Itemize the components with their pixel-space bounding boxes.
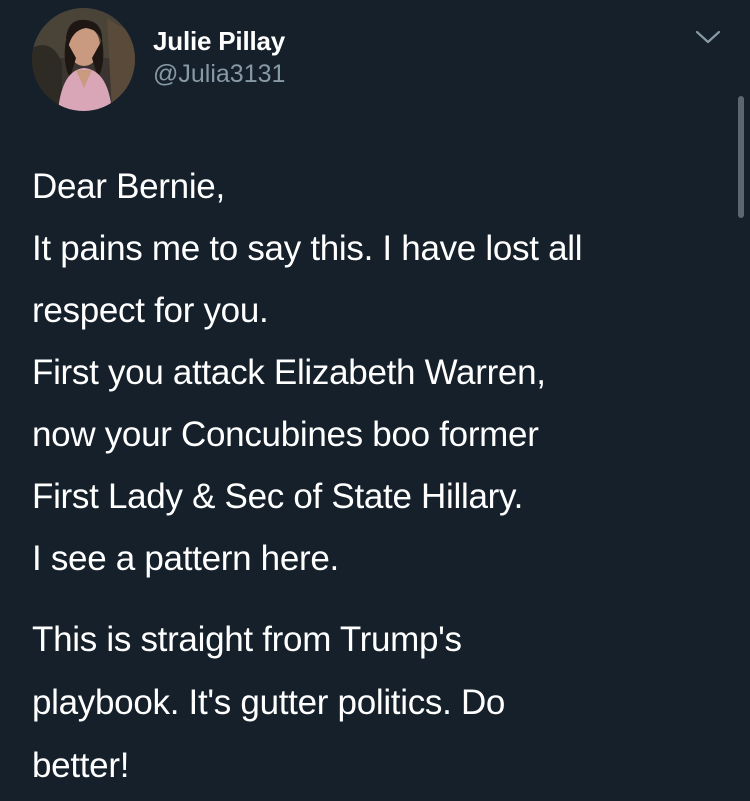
tweet-line: I see a pattern here. — [32, 539, 339, 578]
tweet-text-paragraph-2: This is straight from Trump's playbook. … — [32, 608, 722, 797]
tweet-line: now your Concubines boo former — [32, 415, 539, 454]
profile-photo-icon — [32, 8, 135, 111]
tweet-line: playbook. It's gutter politics. Do — [32, 683, 506, 722]
scrollbar[interactable] — [738, 96, 744, 218]
tweet-line: better! — [32, 746, 130, 785]
display-name[interactable]: Julie Pillay — [153, 26, 285, 56]
user-handle[interactable]: @Julia3131 — [153, 58, 285, 90]
tweet-line: This is straight from Trump's — [32, 620, 462, 659]
tweet-text-paragraph-1: Dear Bernie, It pains me to say this. I … — [32, 156, 722, 590]
tweet-line: respect for you. — [32, 291, 269, 330]
tweet-line: It pains me to say this. I have lost all — [32, 229, 583, 268]
tweet-card: Julie Pillay @Julia3131 Dear Bernie, It … — [0, 0, 750, 801]
tweet-line: Dear Bernie, — [32, 167, 225, 206]
chevron-down-icon[interactable] — [694, 26, 722, 48]
avatar[interactable] — [32, 8, 135, 111]
tweet-line: First you attack Elizabeth Warren, — [32, 353, 546, 392]
tweet-line: First Lady & Sec of State Hillary. — [32, 477, 523, 516]
author-info[interactable]: Julie Pillay @Julia3131 — [153, 26, 285, 90]
